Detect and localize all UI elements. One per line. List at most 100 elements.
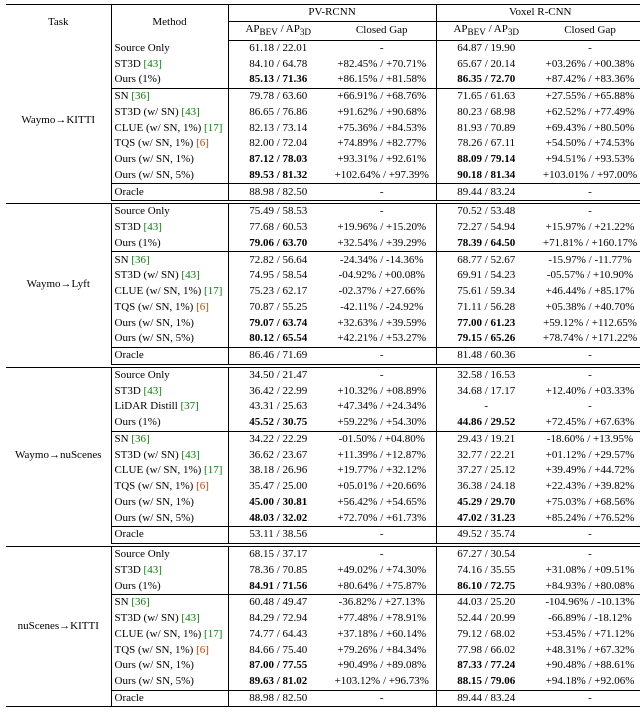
pv-ap-cell: 35.47 / 25.00 <box>228 479 328 495</box>
pv-gap-cell: +47.34% / +24.34% <box>328 399 436 415</box>
vx-ap-cell: 65.67 / 20.14 <box>436 56 536 72</box>
pv-ap-cell: 88.98 / 82.50 <box>228 184 328 201</box>
vx-gap-cell: - <box>536 546 640 562</box>
pv-gap-cell: +32.63% / +39.59% <box>328 315 436 331</box>
vx-ap-cell: 52.44 / 20.99 <box>436 611 536 627</box>
pv-ap-cell: 87.00 / 77.55 <box>228 658 328 674</box>
citation-link[interactable]: [36] <box>131 254 149 266</box>
citation-link[interactable]: [43] <box>181 612 199 624</box>
vx-ap-cell: 68.77 / 52.67 <box>436 252 536 268</box>
citation-link[interactable]: [17] <box>204 285 222 297</box>
pv-gap-cell: +102.64% / +97.39% <box>328 168 436 184</box>
vx-gap-cell: - <box>536 399 640 415</box>
vx-gap-cell: +94.51% / +93.53% <box>536 152 640 168</box>
vx-ap-cell: 81.93 / 70.89 <box>436 120 536 136</box>
method-cell: CLUE (w/ SN, 1%) [17] <box>111 463 228 479</box>
header-method: Method <box>111 5 228 41</box>
method-cell: TQS (w/ SN, 1%) [6] <box>111 300 228 316</box>
task-cell: Waymo→nuScenes <box>6 367 111 543</box>
method-cell: Ours (w/ SN, 1%) <box>111 658 228 674</box>
citation-link[interactable]: [43] <box>181 106 199 118</box>
citation-link[interactable]: [17] <box>204 628 222 640</box>
vx-gap-cell: +27.55% / +65.88% <box>536 88 640 104</box>
vx-gap-cell: -15.97% / -11.77% <box>536 252 640 268</box>
method-cell: CLUE (w/ SN, 1%) [17] <box>111 120 228 136</box>
pv-ap-cell: 80.12 / 65.54 <box>228 331 328 347</box>
pv-gap-cell: +86.15% / +81.58% <box>328 72 436 88</box>
citation-link[interactable]: [43] <box>144 58 162 70</box>
vx-gap-cell: +71.81% / +160.17% <box>536 236 640 252</box>
vx-gap-cell: +59.12% / +112.65% <box>536 315 640 331</box>
vx-ap-cell: 67.27 / 30.54 <box>436 546 536 562</box>
citation-link[interactable]: [6] <box>196 137 209 149</box>
citation-link[interactable]: [43] <box>144 221 162 233</box>
pv-ap-cell: 82.13 / 73.14 <box>228 120 328 136</box>
vx-ap-cell: 36.38 / 24.18 <box>436 479 536 495</box>
method-cell: Oracle <box>111 527 228 544</box>
vx-ap-cell: 37.27 / 25.12 <box>436 463 536 479</box>
pv-gap-cell: +32.54% / +39.29% <box>328 236 436 252</box>
pv-gap-cell: +56.42% / +54.65% <box>328 495 436 511</box>
pv-ap-cell: 89.63 / 81.02 <box>228 674 328 690</box>
citation-link[interactable]: [43] <box>181 449 199 461</box>
vx-gap-cell: - <box>536 347 640 364</box>
pv-ap-cell: 45.52 / 30.75 <box>228 415 328 431</box>
pv-ap-cell: 86.65 / 76.86 <box>228 105 328 121</box>
citation-link[interactable]: [17] <box>204 122 222 134</box>
citation-link[interactable]: [36] <box>131 90 149 102</box>
vx-gap-cell: -05.57% / +10.90% <box>536 268 640 284</box>
results-table: TaskMethodPV-RCNNVoxel R-CNNAPBEV / AP3D… <box>6 4 640 707</box>
vx-ap-cell: 44.86 / 29.52 <box>436 415 536 431</box>
vx-gap-cell: +05.38% / +40.70% <box>536 300 640 316</box>
vx-gap-cell: +90.48% / +88.61% <box>536 658 640 674</box>
method-cell: Oracle <box>111 184 228 201</box>
pv-gap-cell: - <box>328 40 436 56</box>
vx-gap-cell: +53.45% / +71.12% <box>536 627 640 643</box>
pv-gap-cell: - <box>328 527 436 544</box>
pv-ap-cell: 36.42 / 22.99 <box>228 383 328 399</box>
method-cell: Ours (1%) <box>111 415 228 431</box>
pv-ap-cell: 84.10 / 64.78 <box>228 56 328 72</box>
citation-link[interactable]: [43] <box>181 269 199 281</box>
pv-ap-cell: 60.48 / 49.47 <box>228 595 328 611</box>
citation-link[interactable]: [6] <box>196 480 209 492</box>
method-cell: CLUE (w/ SN, 1%) [17] <box>111 627 228 643</box>
vx-ap-cell: 75.61 / 59.34 <box>436 284 536 300</box>
citation-link[interactable]: [6] <box>196 644 209 656</box>
citation-link[interactable]: [17] <box>204 464 222 476</box>
pv-ap-cell: 75.23 / 62.17 <box>228 284 328 300</box>
pv-ap-cell: 45.00 / 30.81 <box>228 495 328 511</box>
method-cell: ST3D (w/ SN) [43] <box>111 105 228 121</box>
vx-ap-cell: 90.18 / 81.34 <box>436 168 536 184</box>
task-cell: nuScenes→KITTI <box>6 546 111 707</box>
method-cell: TQS (w/ SN, 1%) [6] <box>111 136 228 152</box>
vx-gap-cell: +48.31% / +67.32% <box>536 642 640 658</box>
task-cell: Waymo→Lyft <box>6 204 111 365</box>
pv-gap-cell: -36.82% / +27.13% <box>328 595 436 611</box>
pv-gap-cell: +103.12% / +96.73% <box>328 674 436 690</box>
vx-ap-cell: 69.91 / 54.23 <box>436 268 536 284</box>
citation-link[interactable]: [37] <box>181 400 199 412</box>
vx-ap-cell: 78.39 / 64.50 <box>436 236 536 252</box>
pv-gap-cell: -02.37% / +27.66% <box>328 284 436 300</box>
citation-link[interactable]: [43] <box>144 385 162 397</box>
citation-link[interactable]: [6] <box>196 301 209 313</box>
method-cell: SN [36] <box>111 431 228 447</box>
method-cell: ST3D [43] <box>111 56 228 72</box>
citation-link[interactable]: [36] <box>131 433 149 445</box>
pv-ap-cell: 89.53 / 81.32 <box>228 168 328 184</box>
method-cell: Oracle <box>111 690 228 707</box>
citation-link[interactable]: [36] <box>131 596 149 608</box>
header-gap-vx: Closed Gap <box>536 21 640 40</box>
citation-link[interactable]: [43] <box>144 564 162 576</box>
vx-gap-cell: +39.49% / +44.72% <box>536 463 640 479</box>
vx-gap-cell: +84.93% / +80.08% <box>536 578 640 594</box>
vx-gap-cell: +103.01% / +97.00% <box>536 168 640 184</box>
vx-ap-cell: 72.27 / 54.94 <box>436 220 536 236</box>
vx-gap-cell: -66.89% / -18.12% <box>536 611 640 627</box>
pv-ap-cell: 74.77 / 64.43 <box>228 627 328 643</box>
method-cell: Ours (w/ SN, 1%) <box>111 152 228 168</box>
vx-ap-cell: 71.11 / 56.28 <box>436 300 536 316</box>
vx-ap-cell: 47.02 / 31.23 <box>436 510 536 526</box>
vx-ap-cell: 89.44 / 83.24 <box>436 690 536 707</box>
